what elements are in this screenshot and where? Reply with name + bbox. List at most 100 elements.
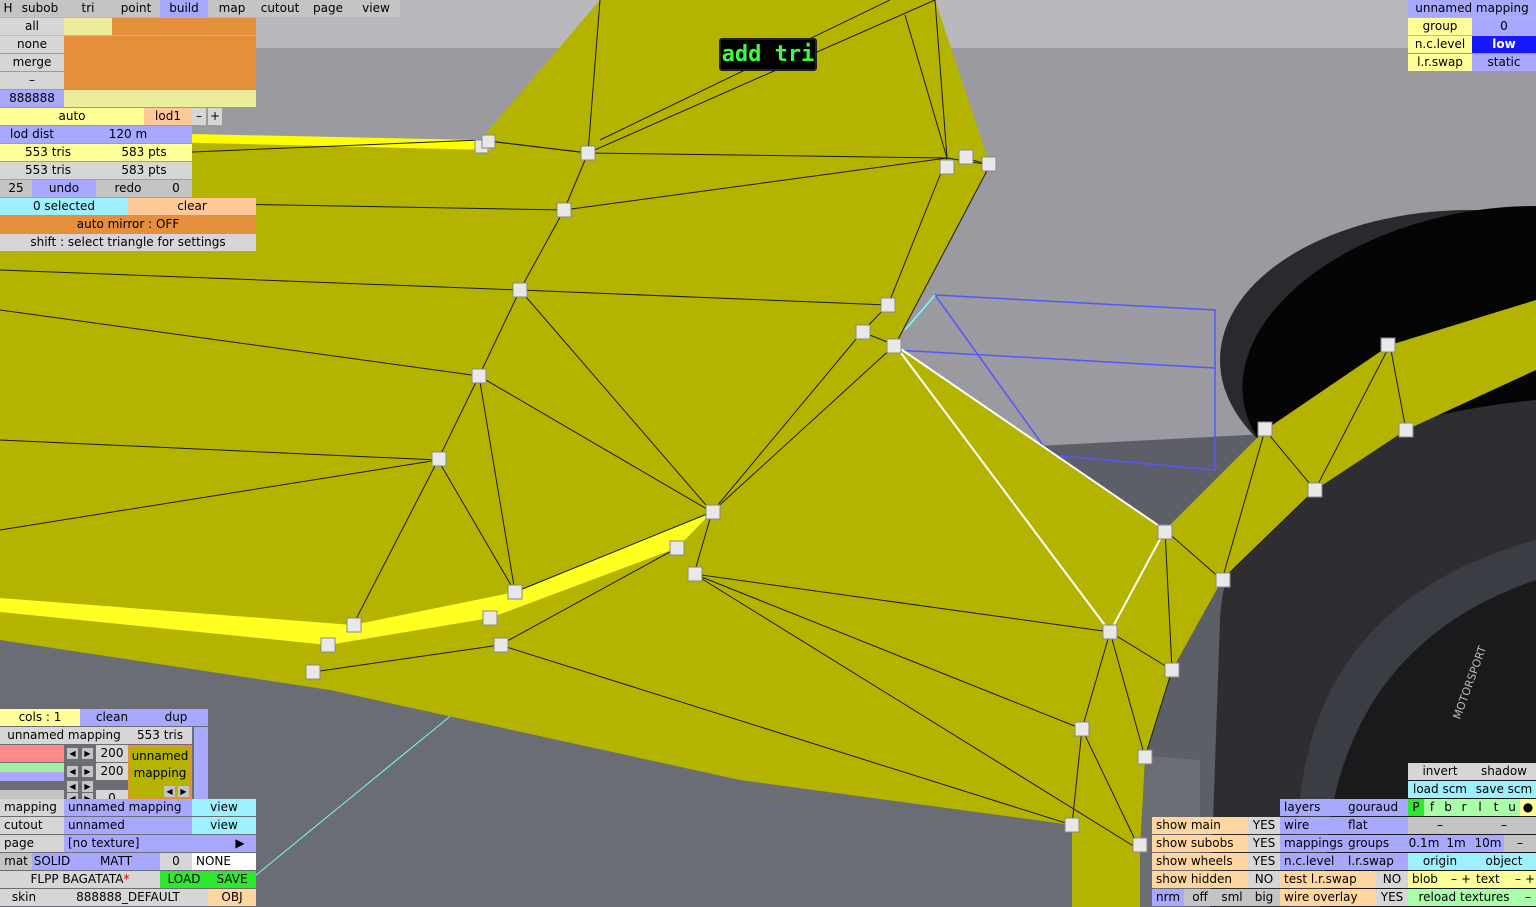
cutout-view-button[interactable]: view [192,817,256,834]
flag-b[interactable]: b [1440,799,1456,816]
subob-cell[interactable] [112,54,160,71]
dup-button[interactable]: dup [144,709,208,726]
nc-level-value[interactable]: low [1472,36,1536,53]
group-value[interactable]: 0 [1472,18,1536,35]
mappings-button[interactable]: mappings [1280,835,1344,852]
step-01m-button[interactable]: 0.1m [1408,835,1440,852]
lod-select[interactable]: lod1 [144,108,192,125]
mat-none-field[interactable]: NONE [192,853,256,870]
size-sml-button[interactable]: sml [1216,889,1248,906]
remove-button[interactable]: – [0,72,64,89]
select-none-button[interactable]: none [0,36,64,53]
arrow-right-icon[interactable]: ▶ [82,781,93,792]
flag-r[interactable]: r [1456,799,1472,816]
dash-button-1[interactable]: – [1408,817,1472,834]
select-all-button[interactable]: all [0,18,64,35]
subob-cell[interactable] [208,36,256,53]
arrow-left-icon[interactable]: ◀ [67,766,78,777]
clear-selection-button[interactable]: clear [128,198,256,215]
arrow-left-icon[interactable]: ◀ [67,781,78,792]
mapping-scrollbar[interactable] [194,727,208,799]
undo-button[interactable]: undo [32,180,96,197]
flat-button[interactable]: flat [1344,817,1408,834]
arrow-right-icon[interactable]: ▶ [178,786,189,797]
text-plus-button[interactable]: + [1524,871,1536,888]
size-off-button[interactable]: off [1184,889,1216,906]
file-name[interactable]: FLPP BAGATATA* [0,871,160,888]
arrow-right-icon[interactable]: ▶ [82,748,93,759]
mat-matt-button[interactable]: MATT [72,853,160,870]
mat-number[interactable]: 0 [160,853,192,870]
arrow-right-icon[interactable]: ▶ [82,766,93,777]
subob-cell[interactable] [208,72,256,89]
dot-icon[interactable]: ● [1520,799,1536,816]
show-hidden-toggle[interactable]: NO [1248,871,1280,888]
redo-button[interactable]: redo [96,180,160,197]
flag-p[interactable]: P [1408,799,1424,816]
subob-cell[interactable] [64,54,112,71]
show-main-toggle[interactable]: YES [1248,817,1280,834]
subob-cell[interactable] [160,18,208,35]
tab-h[interactable]: H [0,0,16,17]
reload-textures-button[interactable]: reload textures [1408,889,1520,906]
layers-button[interactable]: layers [1280,799,1344,816]
blob-plus-button[interactable]: + [1460,871,1472,888]
mat-solid-button[interactable]: SOLID [32,853,72,870]
save-scm-button[interactable]: save scm [1472,781,1536,798]
red-value[interactable]: 200 [96,745,128,762]
step-10m-button[interactable]: 10m [1472,835,1504,852]
tab-tri[interactable]: tri [64,0,112,17]
blue-slider[interactable] [0,772,64,781]
test-lr-swap-toggle[interactable]: NO [1376,871,1408,888]
lod-minus-button[interactable]: – [192,108,206,125]
size-nrm-button[interactable]: nrm [1152,889,1184,906]
subob-cell[interactable] [112,18,160,35]
mapping-name[interactable]: unnamed mapping [0,727,128,744]
subob-cell[interactable] [112,36,160,53]
tab-map[interactable]: map [208,0,256,17]
auto-mirror-toggle[interactable]: auto mirror : OFF [0,216,256,233]
save-button[interactable]: SAVE [208,871,256,888]
subob-cell[interactable] [64,18,112,35]
page-value[interactable]: [no texture] [64,835,224,852]
tab-build[interactable]: build [160,0,208,17]
subob-cell[interactable] [160,72,208,89]
tab-point[interactable]: point [112,0,160,17]
gouraud-button[interactable]: gouraud [1344,799,1408,816]
dash-button-2[interactable]: – [1472,817,1536,834]
load-button[interactable]: LOAD [160,871,208,888]
subob-cell[interactable] [64,72,112,89]
lod-dist-value[interactable]: 120 m [64,126,192,143]
subob-cell[interactable] [208,18,256,35]
tab-cutout[interactable]: cutout [256,0,304,17]
subob-name-field[interactable] [64,90,256,107]
blob-minus-button[interactable]: – [1448,871,1460,888]
lod-auto-button[interactable]: auto [0,108,144,125]
lod-plus-button[interactable]: + [208,108,222,125]
step-minus-button[interactable]: – [1504,835,1536,852]
mapping-view-button[interactable]: view [192,799,256,816]
clean-button[interactable]: clean [80,709,144,726]
tab-view[interactable]: view [352,0,400,17]
flag-u[interactable]: u [1504,799,1520,816]
wire-button[interactable]: wire [1280,817,1344,834]
object-button[interactable]: object [1472,853,1536,870]
subob-cell[interactable] [208,54,256,71]
flag-t[interactable]: t [1488,799,1504,816]
red-slider[interactable] [0,745,64,762]
subob-cell[interactable] [160,36,208,53]
alpha-slider[interactable] [0,790,64,799]
wire-overlay-toggle[interactable]: YES [1376,889,1408,906]
show-subobs-toggle[interactable]: YES [1248,835,1280,852]
step-1m-button[interactable]: 1m [1440,835,1472,852]
green-value[interactable]: 200 [96,763,128,780]
subob-cell[interactable] [64,36,112,53]
text-minus-button[interactable]: – [1512,871,1524,888]
groups-button[interactable]: groups [1344,835,1408,852]
tab-subob[interactable]: subob [16,0,64,17]
shadow-button[interactable]: shadow [1472,763,1536,780]
origin-button[interactable]: origin [1408,853,1472,870]
arrow-left-icon[interactable]: ◀ [164,786,175,797]
arrow-left-icon[interactable]: ◀ [67,748,78,759]
subob-id[interactable]: 888888 [0,90,64,107]
